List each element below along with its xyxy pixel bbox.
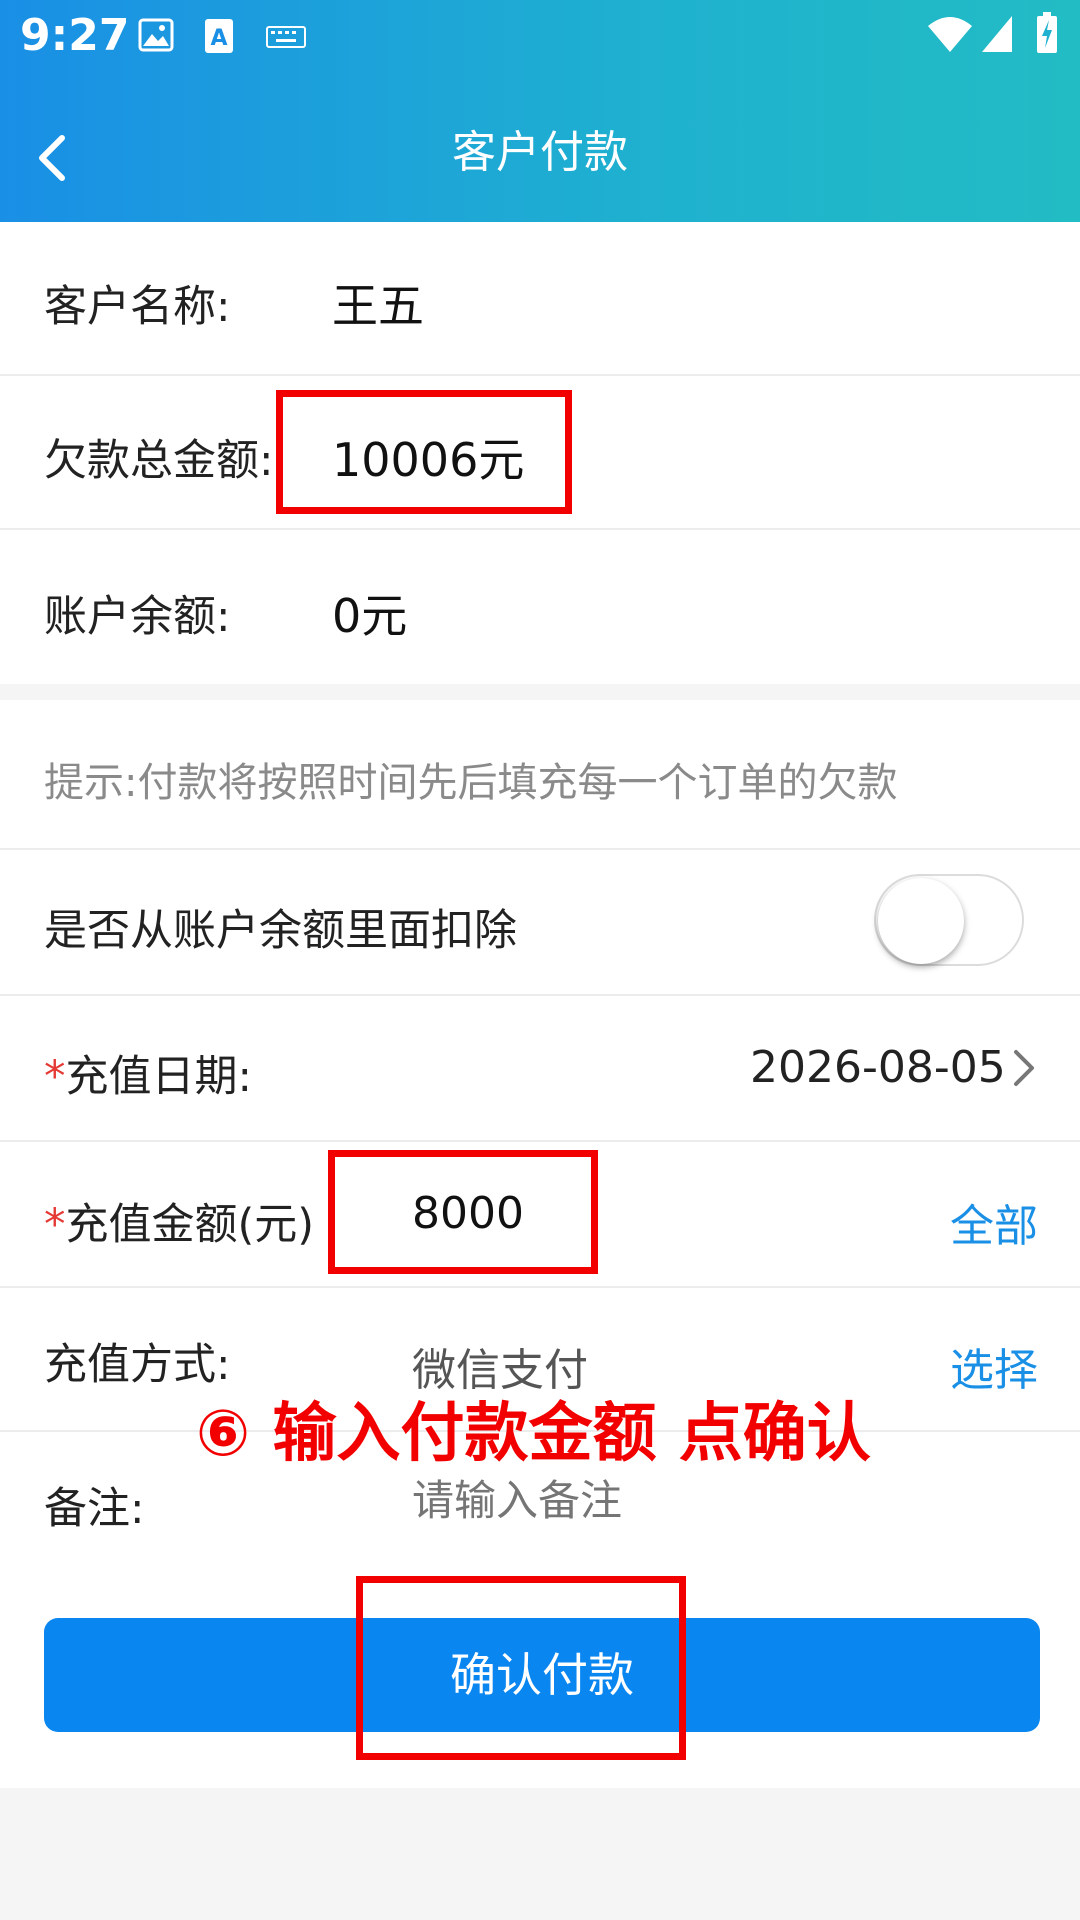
hint-row: 提示:付款将按照时间先后填充每一个订单的欠款 [0,700,1080,848]
title-bar: 客户付款 [0,74,1080,222]
debt-total-value: 10006元 [332,433,525,487]
remark-input[interactable] [412,1468,1012,1532]
required-mark: * [44,1200,66,1250]
toggle-knob [878,878,964,964]
signal-icon [980,14,1014,58]
recharge-amount-row: *充值金额(元) 8000 全部 [0,1142,1080,1286]
required-mark: * [44,1052,66,1102]
recharge-date-label: *充值日期: [44,1042,252,1104]
annotation-instruction: ⑥ 输入付款金额 点确认 [196,1397,871,1471]
recharge-amount-input[interactable]: 8000 [412,1188,524,1239]
deduct-balance-row: 是否从账户余额里面扣除 [0,850,1080,994]
method-select-link[interactable]: 选择 [950,1334,1038,1398]
customer-name-value: 王五 [332,279,424,333]
customer-name-label: 客户名称: [44,282,231,332]
confirm-payment-button[interactable]: 确认付款 [44,1618,1040,1732]
recharge-amount-label: *充值金额(元) [44,1190,314,1252]
customer-name-row: 客户名称: 王五 [0,222,1080,374]
keyboard-icon [266,26,306,52]
deduct-balance-label: 是否从账户余额里面扣除 [44,906,517,956]
font-a-icon: A [204,18,234,58]
chevron-right-icon [1010,1046,1038,1094]
payment-hint: 提示:付款将按照时间先后填充每一个订单的欠款 [44,760,898,806]
debt-total-row: 欠款总金额: 10006元 [0,376,1080,528]
debt-total-label: 欠款总金额: [44,436,274,486]
page-title: 客户付款 [452,127,628,178]
svg-text:A: A [210,26,227,51]
battery-charging-icon [1036,12,1058,58]
recharge-date-row[interactable]: *充值日期: 2026-08-05 [0,996,1080,1140]
wifi-icon [926,14,974,58]
status-bar: 9:27 A [0,0,1080,74]
status-time: 9:27 [20,10,130,61]
app-header: 9:27 A 客户付款 [0,0,1080,222]
customer-info-card: 客户名称: 王五 欠款总金额: 10006元 账户余额: 0元 [0,222,1080,684]
remark-label: 备注: [44,1484,145,1534]
account-balance-row: 账户余额: 0元 [0,530,1080,684]
recharge-amount-label-text: 充值金额(元) [65,1200,315,1250]
image-icon [138,18,174,56]
amount-all-link[interactable]: 全部 [950,1190,1038,1254]
deduct-balance-toggle[interactable] [874,874,1024,966]
chevron-left-icon [22,135,82,198]
account-balance-label: 账户余额: [44,592,231,642]
recharge-date-value[interactable]: 2026-08-05 [750,1042,1006,1093]
account-balance-value: 0元 [332,589,408,643]
recharge-date-label-text: 充值日期: [65,1052,253,1102]
